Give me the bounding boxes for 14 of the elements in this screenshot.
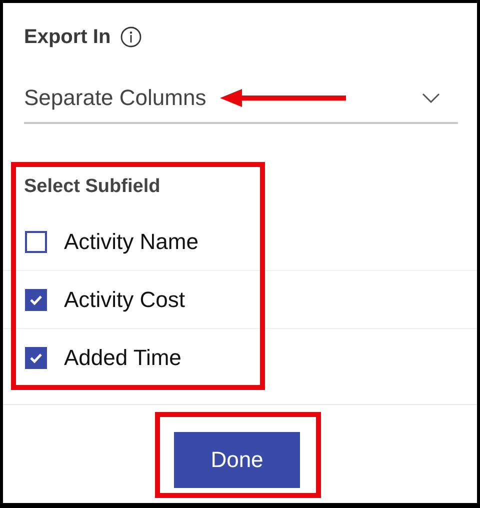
info-icon[interactable]: [120, 26, 142, 48]
chevron-down-icon: [422, 92, 440, 102]
checkbox[interactable]: [25, 230, 47, 252]
checkmark-icon: [29, 294, 43, 306]
select-subfield-heading: Select Subfield: [23, 176, 162, 199]
export-in-label: Export In: [24, 26, 111, 48]
checkbox[interactable]: [25, 346, 47, 368]
option-label: Activity Name: [64, 228, 198, 254]
done-button[interactable]: Done: [174, 432, 300, 488]
checkmark-icon: [29, 352, 43, 364]
export-format-dropdown[interactable]: Separate Columns: [24, 79, 458, 124]
checkbox[interactable]: [25, 288, 47, 310]
option-label: Activity Cost: [64, 286, 186, 312]
option-label: Added Time: [64, 344, 182, 370]
